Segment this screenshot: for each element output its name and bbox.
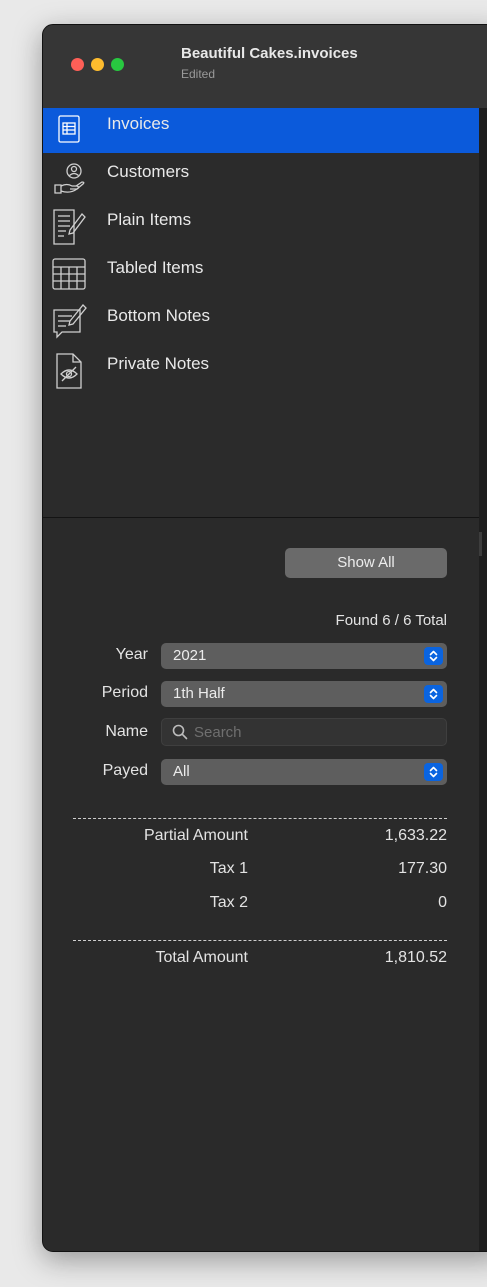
tax2-value: 0 [438,894,447,911]
split-grip[interactable] [479,532,482,556]
title-bar: Beautiful Cakes.invoices Edited [43,25,487,108]
sidebar-item-label: Private Notes [107,354,210,373]
show-all-button[interactable]: Show All [285,548,447,578]
total-amount-label: Total Amount [155,949,249,966]
document-title: Beautiful Cakes.invoices [181,45,358,62]
sidebar-item-plain-items[interactable]: Plain Items [43,204,479,249]
search-icon [172,724,188,740]
sidebar-item-invoices[interactable]: Invoices [43,108,479,153]
sidebar-list: Invoices Customers Plain Items Tabled It… [43,108,479,518]
close-window-button[interactable] [71,58,84,71]
period-select-value: 1th Half [173,685,225,702]
eye-document-icon [52,350,88,390]
separator-line [73,940,447,941]
name-search-field[interactable] [161,718,447,746]
year-select[interactable]: 2021 [161,643,447,669]
payed-select-value: All [173,763,190,780]
chevron-updown-icon [424,685,443,703]
sidebar-item-label: Bottom Notes [107,306,210,325]
chevron-updown-icon [424,647,443,665]
payed-select[interactable]: All [161,759,447,785]
tax1-value: 177.30 [398,860,447,877]
partial-amount-label: Partial Amount [143,827,248,844]
year-label: Year [115,646,148,663]
sidebar-item-tabled-items[interactable]: Tabled Items [43,252,479,297]
year-select-value: 2021 [173,647,207,664]
sidebar-item-label: Customers [107,162,190,181]
table-icon [52,254,88,294]
found-count: Found 6 / 6 Total [335,612,447,629]
customer-hand-icon [52,158,88,198]
app-window: Beautiful Cakes.invoices Edited Invoices [42,24,487,1252]
content-pane-edge [479,108,487,1251]
period-label: Period [101,684,148,701]
sidebar-item-label: Plain Items [107,210,192,229]
document-pen-icon [52,206,88,246]
zoom-window-button[interactable] [111,58,124,71]
sidebar-item-private-notes[interactable]: Private Notes [43,348,479,393]
partial-amount-value: 1,633.22 [384,827,447,844]
tax2-label: Tax 2 [209,894,248,911]
sidebar-item-label: Invoices [107,114,170,133]
minimize-window-button[interactable] [91,58,104,71]
payed-label: Payed [102,762,148,779]
sidebar-item-customers[interactable]: Customers [43,156,479,201]
search-input[interactable] [194,722,434,742]
note-pen-icon [52,302,88,342]
invoice-icon [52,110,88,150]
total-amount-value: 1,810.52 [384,949,447,966]
name-label: Name [105,723,148,740]
chevron-updown-icon [424,763,443,781]
filter-panel: Show All Found 6 / 6 Total Year 2021 Per… [43,518,479,1251]
sidebar-item-label: Tabled Items [107,258,204,277]
period-select[interactable]: 1th Half [161,681,447,707]
separator-line [73,818,447,819]
tax1-label: Tax 1 [209,860,248,877]
document-status: Edited [181,67,216,81]
sidebar-item-bottom-notes[interactable]: Bottom Notes [43,300,479,345]
